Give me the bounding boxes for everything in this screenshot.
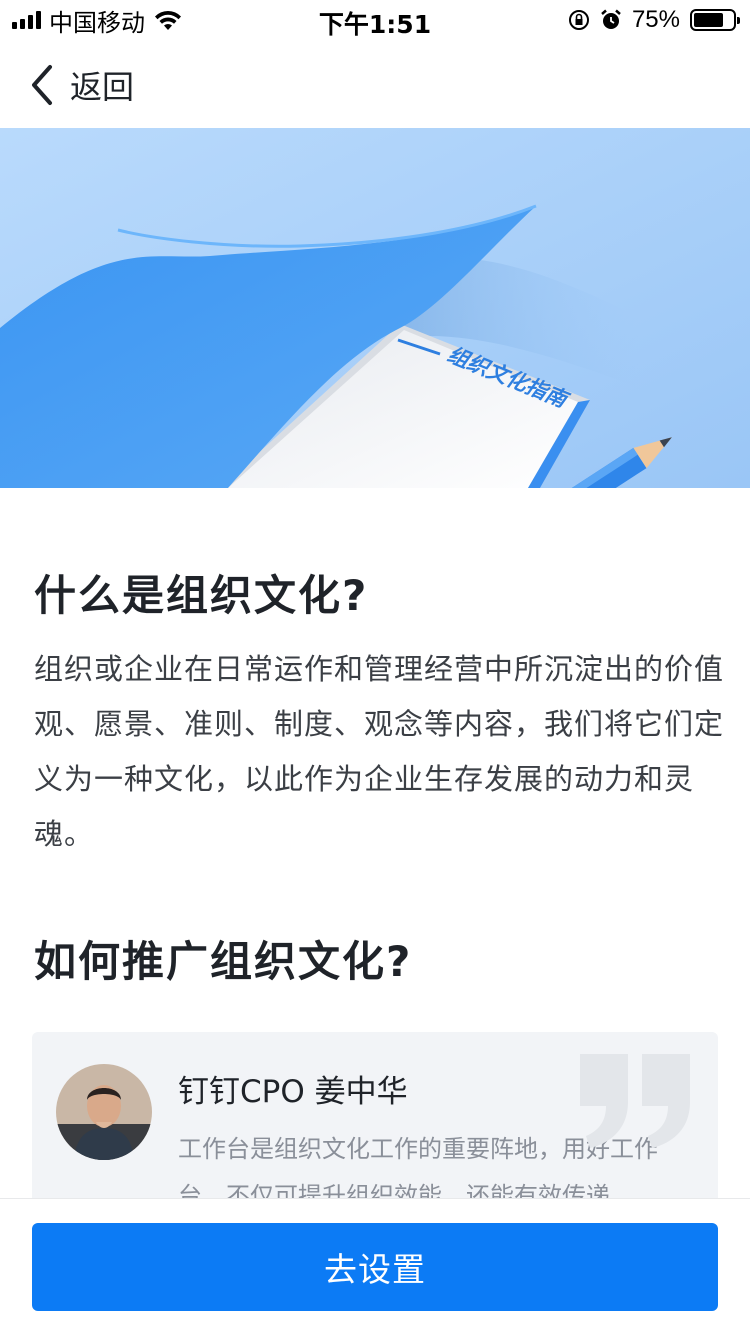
quote-author: 钉钉CPO 姜中华 bbox=[178, 1074, 408, 1110]
alarm-icon bbox=[601, 9, 621, 29]
back-label: 返回 bbox=[70, 68, 135, 106]
section-title-what: 什么是组织文化? bbox=[34, 571, 369, 620]
battery-percent: 75% bbox=[631, 6, 680, 33]
avatar bbox=[56, 1064, 152, 1160]
status-bar: 中国移动 下午1:51 75% bbox=[0, 0, 750, 40]
rotation-lock-icon bbox=[568, 10, 589, 30]
back-chevron-icon bbox=[32, 65, 52, 105]
bottom-action-bar: 去设置 bbox=[0, 1198, 750, 1335]
battery-icon bbox=[690, 9, 740, 31]
quote-mark-icon bbox=[580, 1054, 690, 1148]
back-button[interactable]: 返回 bbox=[28, 62, 134, 108]
hero-banner: 组织文化指南 bbox=[0, 128, 750, 488]
go-settings-button[interactable]: 去设置 bbox=[32, 1223, 718, 1311]
section-title-how: 如何推广组织文化? bbox=[34, 937, 413, 986]
section-body-what: 组织或企业在日常运作和管理经营中所沉淀出的价值观、愿景、准则、制度、观念等内容，… bbox=[34, 652, 725, 851]
nav-bar: 返回 bbox=[0, 40, 750, 128]
